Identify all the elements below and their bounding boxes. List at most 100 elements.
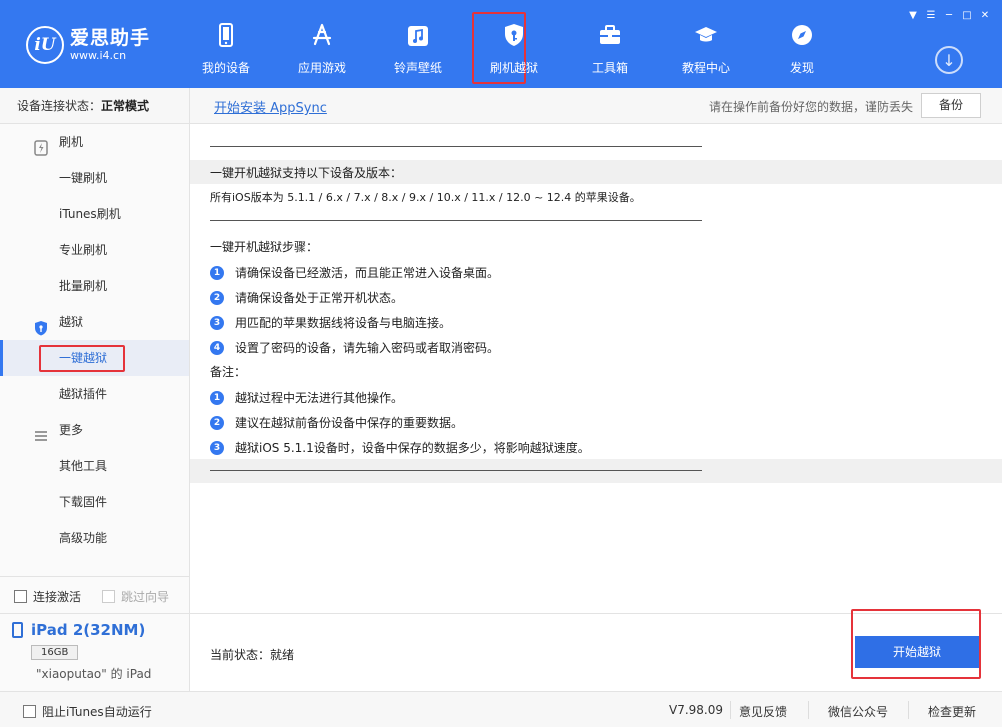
- wechat-link[interactable]: 微信公众号: [828, 703, 888, 720]
- sidebar-item-label: 专业刷机: [59, 243, 108, 257]
- toolbox-icon: [598, 22, 622, 48]
- step-item: 3 用匹配的苹果数据线将设备与电脑连接。: [210, 314, 451, 331]
- maximize-icon[interactable]: □: [960, 8, 974, 22]
- checkbox-label: 跳过向导: [121, 590, 170, 604]
- app-header: iU 爱思助手 www.i4.cn 我的设备 应用游戏 铃声壁纸 刷机越狱 工具…: [0, 0, 1002, 88]
- shield-key-icon: [502, 22, 526, 48]
- activate-checkbox[interactable]: 连接激活: [14, 588, 81, 605]
- checkbox-label: 连接激活: [33, 590, 82, 604]
- nav-my-device[interactable]: 我的设备: [178, 0, 274, 88]
- nav-apps-games[interactable]: 应用游戏: [274, 0, 370, 88]
- backup-button[interactable]: 备份: [921, 93, 981, 118]
- step-item: 1 请确保设备已经激活，而且能正常进入设备桌面。: [210, 264, 499, 281]
- app-url: www.i4.cn: [70, 49, 127, 62]
- action-bar: 当前状态：就绪 开始越狱: [190, 609, 1002, 691]
- highlight-box: [39, 345, 125, 372]
- sidebar-item-other-tools[interactable]: 其他工具: [0, 448, 189, 484]
- step-text: 用匹配的苹果数据线将设备与电脑连接。: [235, 316, 452, 330]
- checkbox-box: [102, 590, 115, 603]
- note-number-icon: 3: [210, 440, 224, 455]
- sidebar-item-label: 批量刷机: [59, 279, 108, 293]
- jailbreak-info-panel: 一键开机越狱支持以下设备及版本： 所有iOS版本为 5.1.1 / 6.x / …: [190, 124, 1002, 614]
- menu-icon: [33, 422, 49, 441]
- step-text: 请确保设备处于正常开机状态。: [235, 291, 404, 305]
- sidebar-group-flash[interactable]: 刷机: [0, 124, 189, 160]
- current-status-value: 就绪: [270, 648, 295, 662]
- status-bar: 设备连接状态：正常模式 开始安装 AppSync 请在操作前备份好您的数据，谨防…: [0, 88, 1002, 124]
- check-update-link[interactable]: 检查更新: [928, 703, 976, 720]
- footer-bar: 阻止iTunes自动运行 V7.98.09 意见反馈 微信公众号 检查更新: [0, 691, 1002, 727]
- sidebar-item-label: 高级功能: [59, 531, 108, 545]
- shirt-icon[interactable]: ▼: [906, 8, 920, 22]
- note-item: 1 越狱过程中无法进行其他操作。: [210, 389, 403, 406]
- step-number-icon: 3: [210, 315, 224, 330]
- sidebar-item-advanced[interactable]: 高级功能: [0, 520, 189, 556]
- download-icon[interactable]: ↓: [935, 46, 963, 74]
- sidebar-item-jailbreak-plugins[interactable]: 越狱插件: [0, 376, 189, 412]
- window-controls: ▼ ☰ ─ □ ✕: [906, 8, 992, 22]
- sidebar-group-jailbreak[interactable]: 越狱: [0, 304, 189, 340]
- divider: [210, 146, 702, 147]
- nav-label: 工具箱: [591, 61, 628, 75]
- device-owner: "xiaoputao" 的 iPad: [36, 667, 152, 681]
- support-text: 所有iOS版本为 5.1.1 / 6.x / 7.x / 8.x / 9.x /…: [210, 191, 641, 204]
- nav-discover[interactable]: 发现: [754, 0, 850, 88]
- sidebar-item-itunes-flash[interactable]: iTunes刷机: [0, 196, 189, 232]
- backup-hint: 请在操作前备份好您的数据，谨防丢失: [709, 100, 914, 114]
- music-note-icon: [406, 22, 430, 48]
- shield-icon: [33, 314, 49, 336]
- steps-title: 一键开机越狱步骤：: [210, 240, 319, 254]
- divider: [808, 701, 809, 719]
- app-name: 爱思助手: [70, 27, 151, 49]
- connection-status: 设备连接状态：正常模式: [0, 88, 190, 124]
- sidebar-item-batch-flash[interactable]: 批量刷机: [0, 268, 189, 304]
- sidebar-group-label: 刷机: [59, 135, 84, 149]
- logo-mark: iU: [26, 26, 64, 64]
- step-text: 请确保设备已经激活，而且能正常进入设备桌面。: [235, 266, 500, 280]
- nav-tutorials[interactable]: 教程中心: [658, 0, 754, 88]
- nav-flash-jailbreak[interactable]: 刷机越狱: [466, 0, 562, 88]
- minimize-icon[interactable]: ─: [942, 8, 956, 22]
- section-band: [190, 459, 1002, 483]
- nav-toolbox[interactable]: 工具箱: [562, 0, 658, 88]
- skip-guide-checkbox[interactable]: 跳过向导: [102, 588, 169, 605]
- sidebar-item-one-click-flash[interactable]: 一键刷机: [0, 160, 189, 196]
- main-nav: 我的设备 应用游戏 铃声壁纸 刷机越狱 工具箱 教程中心 发现: [178, 0, 850, 88]
- connection-status-value: 正常模式: [101, 99, 150, 113]
- start-jailbreak-button[interactable]: 开始越狱: [855, 636, 979, 668]
- block-itunes-checkbox[interactable]: 阻止iTunes自动运行: [23, 703, 152, 720]
- nav-ringtones-wallpapers[interactable]: 铃声壁纸: [370, 0, 466, 88]
- checkbox-box: [23, 705, 36, 718]
- step-number-icon: 2: [210, 290, 224, 305]
- ipad-icon: [12, 622, 23, 638]
- device-panel[interactable]: iPad 2(32NM) 16GB "xiaoputao" 的 iPad: [0, 613, 189, 691]
- active-indicator: [0, 340, 3, 376]
- connection-status-label: 设备连接状态：: [17, 99, 102, 113]
- nav-label: 我的设备: [201, 61, 250, 75]
- nav-label: 发现: [789, 61, 814, 75]
- device-name: iPad 2(32NM): [31, 621, 146, 639]
- sidebar-item-one-click-jailbreak[interactable]: 一键越狱: [0, 340, 189, 376]
- install-appsync-link[interactable]: 开始安装 AppSync: [214, 97, 327, 116]
- settings-icon[interactable]: ☰: [924, 8, 938, 22]
- step-text: 设置了密码的设备，请先输入密码或者取消密码。: [235, 341, 500, 355]
- sidebar: 刷机 一键刷机 iTunes刷机 专业刷机 批量刷机 越狱 一键越狱 越狱插件 …: [0, 124, 190, 691]
- divider: [210, 220, 702, 221]
- sidebar-item-pro-flash[interactable]: 专业刷机: [0, 232, 189, 268]
- sidebar-group-more[interactable]: 更多: [0, 412, 189, 448]
- nav-label: 应用游戏: [297, 61, 346, 75]
- sidebar-item-label: 越狱插件: [59, 387, 108, 401]
- current-status-label: 当前状态：: [210, 648, 271, 662]
- close-icon[interactable]: ✕: [978, 8, 992, 22]
- current-status: 当前状态：就绪: [210, 646, 294, 663]
- phone-icon: [214, 22, 238, 48]
- sidebar-item-label: 下载固件: [59, 495, 108, 509]
- nav-label: 刷机越狱: [489, 61, 538, 75]
- feedback-link[interactable]: 意见反馈: [739, 703, 787, 720]
- sidebar-options: 连接激活 跳过向导: [0, 576, 189, 612]
- sidebar-item-download-firmware[interactable]: 下载固件: [0, 484, 189, 520]
- divider: [908, 701, 909, 719]
- note-item: 2 建议在越狱前备份设备中保存的重要数据。: [210, 414, 463, 431]
- support-title: 一键开机越狱支持以下设备及版本：: [210, 166, 403, 180]
- sidebar-item-label: iTunes刷机: [59, 207, 121, 221]
